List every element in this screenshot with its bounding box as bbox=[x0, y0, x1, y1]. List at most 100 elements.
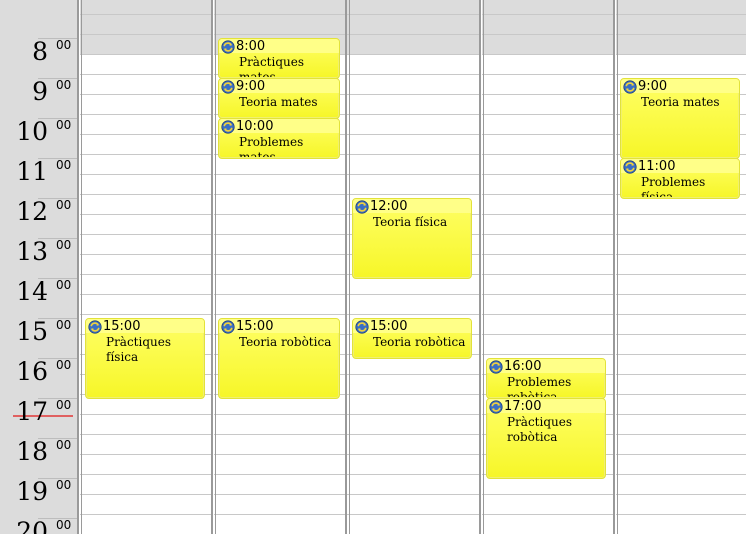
hour-label: 15 00 bbox=[0, 316, 78, 356]
calendar-event[interactable]: 12:00 Teoria física bbox=[352, 198, 472, 279]
time-slot-line bbox=[80, 154, 213, 155]
recurring-event-icon bbox=[489, 360, 503, 374]
time-slot-line bbox=[214, 434, 348, 435]
recurring-event-icon bbox=[221, 320, 235, 334]
calendar-event[interactable]: 10:00 Problemes mates bbox=[218, 118, 340, 159]
time-slot-line bbox=[616, 54, 746, 55]
column-divider bbox=[349, 0, 350, 534]
hour-divider bbox=[38, 318, 78, 319]
time-slot-line bbox=[482, 154, 615, 155]
column-divider bbox=[211, 0, 213, 534]
hour-axis: 8 00 9 00 10 00 11 00 12 00 13 00 14 00 15 00 16 00 17 00 18… bbox=[0, 0, 78, 534]
hour-label: 11 00 bbox=[0, 156, 78, 196]
calendar-event[interactable]: 9:00 Teoria mates bbox=[620, 78, 740, 159]
time-slot-line bbox=[214, 514, 348, 515]
time-slot-line bbox=[80, 494, 213, 495]
event-time: 16:00 bbox=[504, 359, 542, 374]
hour-divider bbox=[38, 438, 78, 439]
hour-divider bbox=[38, 238, 78, 239]
off-hours-band bbox=[80, 0, 213, 55]
column-divider bbox=[483, 0, 484, 534]
time-slot-line bbox=[348, 514, 481, 515]
time-slot-line bbox=[616, 414, 746, 415]
day-column[interactable] bbox=[80, 0, 213, 534]
time-slot-line bbox=[214, 254, 348, 255]
hour-divider bbox=[38, 358, 78, 359]
calendar-event[interactable]: 11:00 Problemes física bbox=[620, 158, 740, 199]
time-slot-line bbox=[80, 214, 213, 215]
hour-number: 19 bbox=[16, 477, 48, 506]
hour-number: 11 bbox=[16, 157, 48, 186]
hour-number: 8 bbox=[32, 37, 48, 66]
time-slot-line bbox=[616, 74, 746, 75]
calendar-event[interactable]: 8:00 Pràctiques mates bbox=[218, 38, 340, 79]
hour-minutes: 00 bbox=[56, 198, 72, 212]
event-title: Teoria robòtica bbox=[373, 335, 466, 349]
recurring-event-icon bbox=[221, 80, 235, 94]
hour-divider bbox=[38, 398, 78, 399]
time-slot-line bbox=[616, 234, 746, 235]
hour-label: 8 00 bbox=[0, 36, 78, 76]
hour-label: 14 00 bbox=[0, 276, 78, 316]
hour-number: 16 bbox=[16, 357, 48, 386]
calendar-event[interactable]: 16:00 Problemes robòtica bbox=[486, 358, 606, 399]
hour-number: 12 bbox=[16, 197, 48, 226]
hour-number: 18 bbox=[16, 437, 48, 466]
time-slot-line bbox=[80, 234, 213, 235]
column-divider bbox=[215, 0, 216, 534]
column-divider bbox=[345, 0, 347, 534]
time-slot-line bbox=[616, 14, 746, 15]
time-slot-line bbox=[616, 514, 746, 515]
time-slot-line bbox=[348, 54, 481, 55]
time-slot-line bbox=[482, 514, 615, 515]
event-title: Problemes mates bbox=[239, 135, 304, 157]
hour-divider bbox=[38, 518, 78, 519]
hour-minutes: 00 bbox=[56, 38, 72, 52]
calendar-event[interactable]: 15:00 Teoria robòtica bbox=[218, 318, 340, 399]
calendar-event[interactable]: 15:00 Teoria robòtica bbox=[352, 318, 472, 359]
hour-label: 10 00 bbox=[0, 116, 78, 156]
time-slot-line bbox=[214, 34, 348, 35]
hour-number: 10 bbox=[16, 117, 48, 146]
hour-label: 9 00 bbox=[0, 76, 78, 116]
time-slot-line bbox=[616, 474, 746, 475]
time-slot-line bbox=[348, 414, 481, 415]
time-slot-line bbox=[80, 254, 213, 255]
calendar-event[interactable]: 15:00 Pràctiques física bbox=[85, 318, 205, 399]
off-hours-band bbox=[482, 0, 615, 55]
calendar-event[interactable]: 17:00 Pràctiques robòtica bbox=[486, 398, 606, 479]
time-slot-line bbox=[80, 34, 213, 35]
recurring-event-icon bbox=[355, 200, 369, 214]
time-slot-line bbox=[80, 454, 213, 455]
time-slot-line bbox=[616, 354, 746, 355]
time-slot-line bbox=[482, 274, 615, 275]
time-slot-line bbox=[348, 494, 481, 495]
time-slot-line bbox=[80, 314, 213, 315]
time-slot-line bbox=[348, 34, 481, 35]
time-slot-line bbox=[80, 74, 213, 75]
time-slot-line bbox=[482, 214, 615, 215]
time-slot-line bbox=[616, 274, 746, 275]
time-slot-line bbox=[482, 34, 615, 35]
hour-divider bbox=[38, 78, 78, 79]
column-divider bbox=[479, 0, 481, 534]
event-title: Problemes robòtica bbox=[507, 375, 572, 397]
event-time: 10:00 bbox=[236, 119, 274, 134]
time-slot-line bbox=[214, 414, 348, 415]
time-slot-line bbox=[348, 74, 481, 75]
calendar-event[interactable]: 9:00 Teoria mates bbox=[218, 78, 340, 119]
hour-minutes: 00 bbox=[56, 518, 72, 532]
time-slot-line bbox=[214, 214, 348, 215]
time-slot-line bbox=[80, 474, 213, 475]
hour-label: 13 00 bbox=[0, 236, 78, 276]
time-slot-line bbox=[80, 174, 213, 175]
time-slot-line bbox=[616, 294, 746, 295]
time-slot-line bbox=[482, 234, 615, 235]
hour-minutes: 00 bbox=[56, 398, 72, 412]
hour-minutes: 00 bbox=[56, 78, 72, 92]
time-slot-line bbox=[214, 454, 348, 455]
time-slot-line bbox=[214, 234, 348, 235]
time-slot-line bbox=[80, 294, 213, 295]
time-slot-line bbox=[348, 194, 481, 195]
recurring-event-icon bbox=[221, 120, 235, 134]
